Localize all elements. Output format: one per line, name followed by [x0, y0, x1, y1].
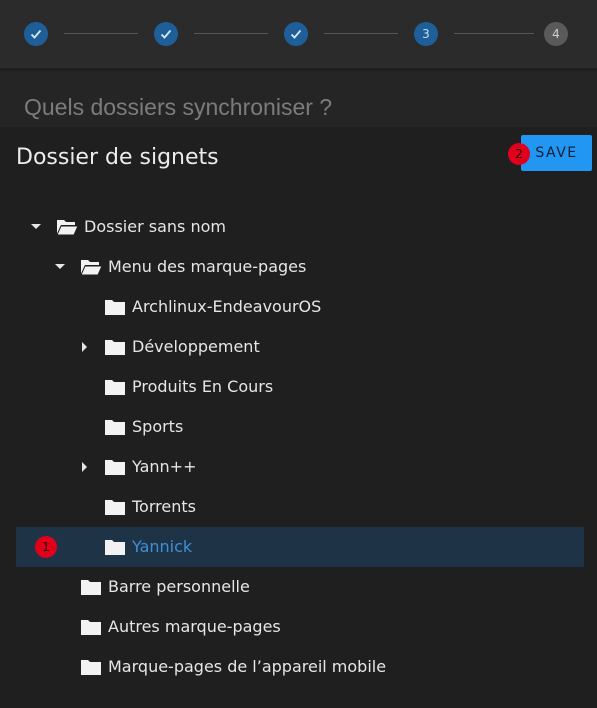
folder-icon — [105, 540, 125, 555]
tree-item-label: Yannick — [132, 537, 193, 556]
folder-icon — [105, 500, 125, 515]
tree-item-yannick[interactable]: 1 Yannick — [16, 527, 584, 567]
tree-item-label: Barre personnelle — [108, 577, 250, 596]
folder-open-icon — [56, 220, 78, 236]
chevron-right-icon[interactable] — [82, 462, 87, 472]
chevron-down-icon[interactable] — [55, 264, 65, 269]
chevron-right-icon[interactable] — [82, 342, 87, 352]
tree-item-label: Dossier sans nom — [84, 217, 226, 236]
tree-item-label: Produits En Cours — [132, 377, 274, 396]
folder-icon — [105, 300, 125, 315]
folder-icon — [105, 420, 125, 435]
dialog-title: Dossier de signets — [16, 145, 219, 170]
tree-item-label: Archlinux-EndeavourOS — [132, 297, 322, 316]
tree-item-label: Torrents — [132, 497, 196, 516]
folder-icon — [105, 380, 125, 395]
tree-item-torrents[interactable]: Torrents — [16, 487, 584, 527]
folder-icon — [81, 620, 101, 635]
stepper: 3 4 — [0, 0, 597, 68]
annotation-badge: 1 — [35, 536, 57, 558]
tree-item-autres-marque-pages[interactable]: Autres marque-pages — [16, 607, 584, 647]
tree-item-label: Développement — [132, 337, 260, 356]
folder-icon — [105, 460, 125, 475]
annotation-badge: 2 — [508, 143, 530, 165]
step-1-check-icon[interactable] — [24, 22, 48, 46]
save-button[interactable]: SAVE — [521, 135, 592, 171]
tree-item-label: Sports — [132, 417, 184, 436]
tree-item-yann-plus-plus[interactable]: Yann++ — [16, 447, 584, 487]
step-4-indicator[interactable]: 3 — [414, 22, 438, 46]
tree-item-label: Autres marque-pages — [108, 617, 281, 636]
tree-item-barre-personnelle[interactable]: Barre personnelle — [16, 567, 584, 607]
tree-item-menu-des-marque-pages[interactable]: Menu des marque-pages — [16, 247, 584, 287]
folder-open-icon — [80, 260, 102, 276]
step-2-check-icon[interactable] — [154, 22, 178, 46]
divider — [0, 68, 597, 71]
step-connector — [454, 33, 534, 34]
folder-dialog: Dossier de signets 2 SAVE Dossier sans n… — [0, 127, 597, 708]
tree-item-mobile-bookmarks[interactable]: Marque-pages de l’appareil mobile — [16, 647, 584, 687]
tree-item-label: Menu des marque-pages — [108, 257, 307, 276]
tree-item-archlinux[interactable]: Archlinux-EndeavourOS — [16, 287, 584, 327]
step-connector — [194, 33, 268, 34]
chevron-down-icon[interactable] — [31, 224, 41, 229]
folder-icon — [81, 580, 101, 595]
tree-item-label: Marque-pages de l’appareil mobile — [108, 657, 387, 676]
page-title: Quels dossiers synchroniser ? — [24, 94, 333, 120]
folder-icon — [105, 340, 125, 355]
tree-item-sports[interactable]: Sports — [16, 407, 584, 447]
step-connector — [64, 33, 138, 34]
step-5-indicator[interactable]: 4 — [544, 22, 568, 46]
tree-item-dossier-sans-nom[interactable]: Dossier sans nom — [16, 207, 584, 247]
tree-item-developpement[interactable]: Développement — [16, 327, 584, 367]
step-connector — [324, 33, 398, 34]
step-3-check-icon[interactable] — [284, 22, 308, 46]
tree-item-label: Yann++ — [132, 457, 197, 476]
folder-icon — [81, 660, 101, 675]
tree-item-produits-en-cours[interactable]: Produits En Cours — [16, 367, 584, 407]
